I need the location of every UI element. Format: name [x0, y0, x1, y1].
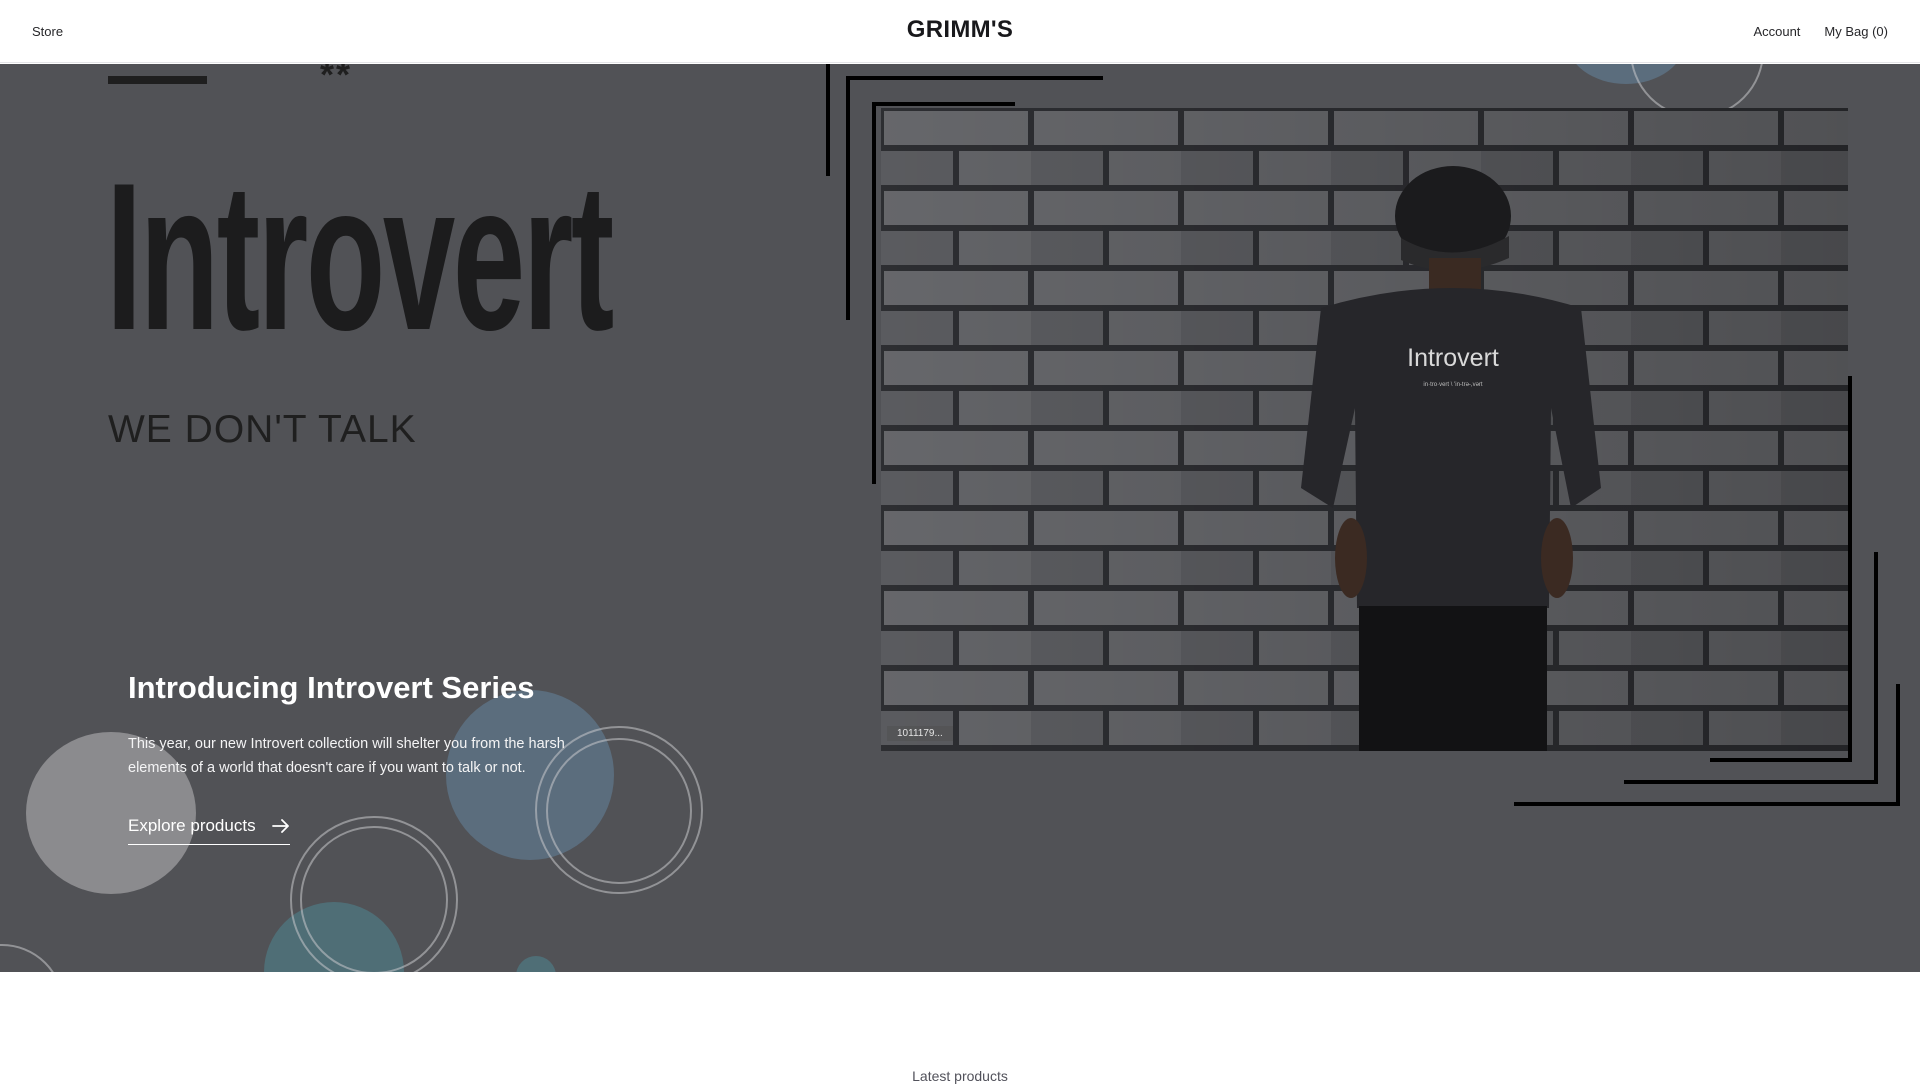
decor-ring	[300, 826, 448, 972]
decor-blob-teal-small	[516, 956, 556, 972]
brand-logo[interactable]: GRIMM'S	[907, 16, 1013, 44]
model-photo-image: Introvert in·tro·vert \ 'in-trə-,vərt	[881, 108, 1848, 751]
frame-line	[846, 76, 1103, 80]
frame-line	[1710, 758, 1852, 762]
intro-text: This year, our new Introvert collection …	[128, 736, 565, 776]
decor-stars: **	[320, 64, 353, 95]
hero-title: Introvert	[106, 139, 614, 374]
explore-products-button[interactable]: Explore products	[128, 812, 290, 845]
intro-heading: Introducing Introvert Series	[128, 670, 535, 705]
arrow-right-icon	[271, 819, 289, 833]
site-header: Store GRIMM'S Account My Bag (0)	[0, 0, 1920, 63]
frame-line	[872, 102, 876, 484]
shirt-subtext: in·tro·vert \ 'in-trə-,vərt	[1423, 382, 1482, 388]
header-actions: Account My Bag (0)	[1753, 24, 1888, 39]
frame-line	[1848, 376, 1852, 762]
hero-tagline: WE DON'T TALK	[108, 408, 417, 451]
hero-photo: Introvert in·tro·vert \ 'in-trə-,vərt 10…	[881, 108, 1848, 751]
hero-banner: ** Introvert WE DON'T TALK Introducing I…	[0, 64, 1920, 972]
decor-bar	[108, 76, 207, 84]
frame-line	[1514, 802, 1900, 806]
latest-products-heading: Latest products	[912, 1068, 1008, 1084]
frame-line	[872, 102, 1015, 106]
frame-line	[1896, 684, 1900, 806]
frame-line	[1874, 552, 1878, 784]
frame-line	[1624, 780, 1878, 784]
decor-ring	[0, 944, 64, 972]
explore-products-label: Explore products	[128, 816, 256, 835]
frame-line	[826, 64, 830, 176]
frame-line	[846, 76, 850, 320]
photo-caption: 1011179...	[887, 726, 953, 741]
account-link[interactable]: Account	[1753, 24, 1800, 39]
bag-link[interactable]: My Bag (0)	[1824, 24, 1888, 39]
store-link[interactable]: Store	[32, 24, 63, 39]
shirt-text: Introvert	[1407, 344, 1499, 372]
